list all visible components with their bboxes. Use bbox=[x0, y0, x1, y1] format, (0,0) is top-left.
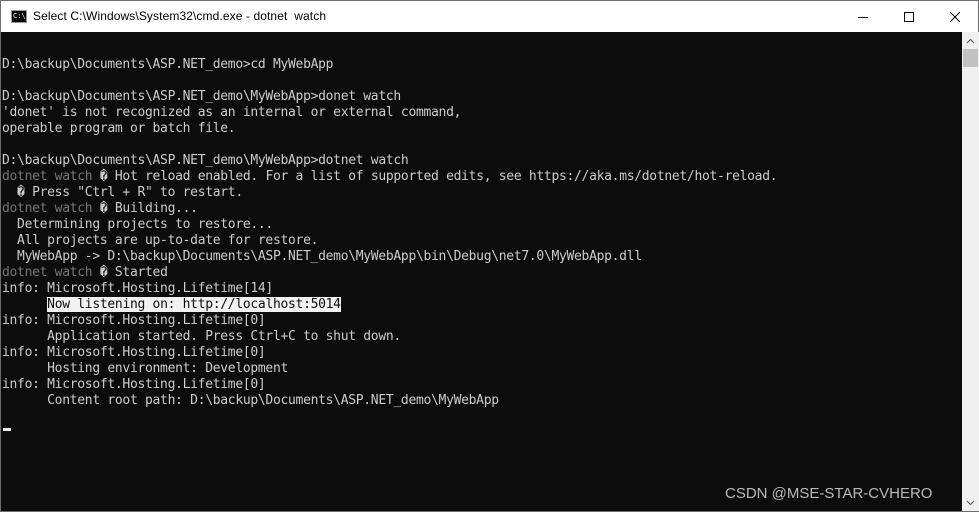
console-window: C:\ Select C:\Windows\System32\cmd.exe -… bbox=[0, 0, 979, 512]
line-text: info: Microsoft.Hosting.Lifetime[14] bbox=[2, 281, 273, 296]
maximize-icon bbox=[904, 11, 914, 22]
line-text: D:\backup\Documents\ASP.NET_demo>cd MyWe… bbox=[2, 57, 334, 72]
chevron-up-icon bbox=[966, 38, 975, 43]
line-text: 'donet' is not recognized as an internal… bbox=[2, 105, 462, 120]
console-line: dotnet watch � Hot reload enabled. For a… bbox=[2, 169, 778, 185]
maximize-button[interactable] bbox=[886, 1, 932, 32]
console-line: 'donet' is not recognized as an internal… bbox=[2, 105, 461, 121]
console-line: D:\backup\Documents\ASP.NET_demo\MyWebAp… bbox=[2, 89, 401, 105]
scroll-down-button[interactable] bbox=[962, 494, 979, 511]
watermark: CSDN @MSE-STAR-CVHERO bbox=[725, 485, 933, 502]
console-line: Content root path: D:\backup\Documents\A… bbox=[2, 393, 499, 409]
console-line: dotnet watch � Building... bbox=[2, 201, 198, 217]
line-text: info: Microsoft.Hosting.Lifetime[0] bbox=[2, 377, 266, 392]
window-title: Select C:\Windows\System32\cmd.exe - dot… bbox=[33, 9, 327, 23]
scrollbar-thumb[interactable] bbox=[963, 49, 978, 67]
console-line: Now listening on: http://localhost:5014 bbox=[2, 297, 341, 313]
line-text: All projects are up-to-date for restore. bbox=[2, 233, 319, 248]
line-text: D:\backup\Documents\ASP.NET_demo\MyWebAp… bbox=[2, 153, 409, 168]
line-text: info: Microsoft.Hosting.Lifetime[0] bbox=[2, 313, 266, 328]
line-text: Hosting environment: Development bbox=[2, 361, 289, 376]
line-text: MyWebApp -> D:\backup\Documents\ASP.NET_… bbox=[2, 249, 642, 264]
scroll-up-button[interactable] bbox=[962, 32, 979, 49]
console-line: dotnet watch � Started bbox=[2, 265, 168, 281]
dotnet-watch-prefix: dotnet watch bbox=[2, 169, 93, 184]
line-text: � Press "Ctrl + R" to restart. bbox=[2, 185, 243, 200]
line-text: D:\backup\Documents\ASP.NET_demo\MyWebAp… bbox=[2, 89, 401, 104]
console-line: Determining projects to restore... bbox=[2, 217, 273, 233]
dotnet-watch-prefix: dotnet watch bbox=[2, 265, 93, 280]
console-line: � Press "Ctrl + R" to restart. bbox=[2, 185, 243, 201]
console-line: MyWebApp -> D:\backup\Documents\ASP.NET_… bbox=[2, 249, 642, 265]
close-icon bbox=[950, 11, 960, 22]
console-line: All projects are up-to-date for restore. bbox=[2, 233, 318, 249]
console-line: D:\backup\Documents\ASP.NET_demo>cd MyWe… bbox=[2, 57, 333, 73]
line-text: � Building... bbox=[92, 201, 198, 216]
line-text: Determining projects to restore... bbox=[2, 217, 273, 232]
minimize-icon bbox=[858, 16, 868, 18]
line-text: info: Microsoft.Hosting.Lifetime[0] bbox=[2, 345, 266, 360]
dotnet-watch-prefix: dotnet watch bbox=[2, 201, 93, 216]
vertical-scrollbar[interactable] bbox=[962, 32, 979, 511]
console-line: Hosting environment: Development bbox=[2, 361, 288, 377]
chevron-down-icon bbox=[966, 500, 975, 505]
line-text: � Hot reload enabled. For a list of supp… bbox=[92, 169, 778, 184]
console-line: info: Microsoft.Hosting.Lifetime[0] bbox=[2, 345, 266, 361]
cmd-app-icon[interactable]: C:\ bbox=[11, 10, 27, 23]
line-text: operable program or batch file. bbox=[2, 121, 236, 136]
line-text: Content root path: D:\backup\Documents\A… bbox=[2, 393, 499, 408]
line-text: Application started. Press Ctrl+C to shu… bbox=[2, 329, 401, 344]
selected-text[interactable]: Now listening on: http://localhost:5014 bbox=[47, 297, 341, 312]
console-line: operable program or batch file. bbox=[2, 121, 236, 137]
line-text: � Started bbox=[92, 265, 168, 280]
text-cursor bbox=[3, 428, 11, 431]
console-line: info: Microsoft.Hosting.Lifetime[14] bbox=[2, 281, 273, 297]
console-line: Application started. Press Ctrl+C to shu… bbox=[2, 329, 401, 345]
minimize-button[interactable] bbox=[840, 1, 886, 32]
console-line: info: Microsoft.Hosting.Lifetime[0] bbox=[2, 377, 266, 393]
title-bar[interactable]: C:\ Select C:\Windows\System32\cmd.exe -… bbox=[1, 1, 978, 32]
console-line: info: Microsoft.Hosting.Lifetime[0] bbox=[2, 313, 266, 329]
console-line: D:\backup\Documents\ASP.NET_demo\MyWebAp… bbox=[2, 153, 409, 169]
close-button[interactable] bbox=[932, 1, 978, 32]
console-output[interactable]: D:\backup\Documents\ASP.NET_demo>cd MyWe… bbox=[1, 32, 962, 511]
